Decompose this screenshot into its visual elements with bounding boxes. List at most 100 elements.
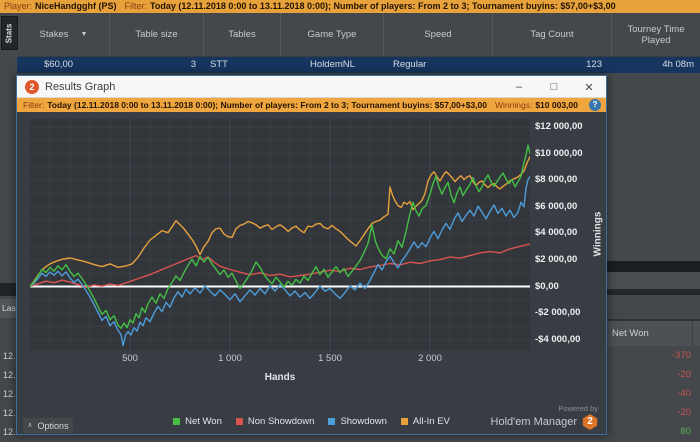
cell-game-type: HoldemNL (310, 59, 355, 70)
column-label: Net Won (612, 328, 649, 339)
legend-label: Net Won (185, 416, 222, 427)
date-row[interactable]: 12. (0, 385, 16, 404)
winnings-label: Winnings: (495, 100, 533, 110)
options-button[interactable]: ∧ Options (23, 418, 73, 433)
bg-date-rows: 12. 12. 12. 12. 12. (0, 347, 16, 442)
date-row[interactable]: 12. (0, 404, 16, 423)
chart-plot-area (29, 119, 531, 350)
y-axis-label: $6 000,00 (535, 200, 578, 212)
column-label: Table size (135, 29, 178, 40)
y-axis-label: -$2 000,00 (535, 307, 581, 319)
winnings-value: $10 003,00 (535, 100, 578, 110)
filter-label: Filter: (124, 1, 148, 11)
table-row-selected[interactable]: $60,00 3 STT HoldemNL Regular 123 4h 08m (17, 57, 700, 73)
x-axis-label: 1 500 (318, 353, 342, 364)
hm2-logo-icon: 2 (25, 80, 39, 94)
column-label: Stakes (39, 29, 69, 40)
column-header-speed[interactable]: Speed (384, 13, 493, 56)
filter-value: Today (12.11.2018 0:00 to 13.11.2018 0:0… (150, 1, 616, 11)
bg-column-header-last[interactable]: Last (0, 299, 16, 318)
y-axis-label: -$4 000,00 (535, 333, 581, 345)
column-header-tourney-time[interactable]: Tourney Time Played (612, 13, 700, 56)
x-axis-label: 500 (122, 353, 138, 364)
bg-column-header-net-won[interactable]: Net Won (605, 321, 700, 346)
net-won-value[interactable]: -370 (605, 346, 700, 365)
stats-tab-label: Stats (4, 23, 14, 44)
window-title: Results Graph (45, 81, 116, 93)
graph-filter-bar: Filter: Today (12.11.2018 0:00 to 13.11.2… (17, 98, 606, 112)
y-axis-label: $12 000,00 (535, 121, 583, 133)
legend-item[interactable]: Net Won (173, 416, 222, 427)
panel-divider (0, 283, 16, 296)
panel-divider (605, 261, 700, 272)
net-won-value[interactable]: -20 (605, 403, 700, 422)
options-label: Options (37, 420, 69, 431)
player-value: NiceHandgghf (PS) (35, 1, 117, 11)
series-line (29, 156, 531, 287)
net-won-value[interactable]: -40 (605, 384, 700, 403)
legend-swatch-icon (328, 418, 336, 425)
series-line (29, 144, 531, 330)
column-label: Tables (228, 29, 256, 40)
column-label: Tourney Time Played (627, 23, 685, 46)
cell-tourney-time: 4h 08m (662, 59, 694, 70)
column-header-game-type[interactable]: Game Type (281, 13, 384, 56)
player-filter-bar: Player: NiceHandgghf (PS) Filter: Today (12… (0, 0, 700, 13)
x-axis-label: 1 000 (218, 353, 242, 364)
player-label: Player: (4, 1, 33, 11)
chevron-up-icon: ∧ (27, 422, 33, 429)
x-axis-label: 2 000 (418, 353, 442, 364)
y-axis-label: $0,00 (535, 280, 559, 292)
panel-divider (605, 289, 700, 295)
net-won-value[interactable]: 80 (605, 422, 700, 441)
column-header-table-size[interactable]: Table size (110, 13, 204, 56)
powered-by-label: Powered by (558, 404, 598, 413)
panel-strip (605, 272, 700, 289)
net-won-value[interactable]: -20 (605, 365, 700, 384)
help-icon[interactable]: ? (589, 99, 601, 111)
y-axis-label: $10 000,00 (535, 147, 583, 159)
column-header-stakes[interactable]: Stakes ▼ (18, 13, 110, 56)
legend-item[interactable]: Non Showdown (235, 416, 315, 427)
column-label: Tag Count (530, 29, 574, 40)
table-header: Stakes ▼ Table size Tables Game Type Spe… (18, 13, 700, 57)
legend-label: Non Showdown (247, 416, 315, 427)
column-header-tag-count[interactable]: Tag Count (493, 13, 612, 56)
y-axis-title: Winnings (592, 211, 604, 257)
cell-speed: Regular (393, 59, 427, 70)
stats-tab[interactable]: Stats (1, 16, 18, 50)
column-header-tables[interactable]: Tables (204, 13, 281, 56)
legend-label: All-In EV (412, 416, 450, 427)
column-label: Game Type (307, 29, 357, 40)
filter-label: Filter: (23, 100, 45, 110)
close-button[interactable]: ✕ (582, 81, 596, 94)
legend-swatch-icon (400, 418, 408, 425)
cell-stakes: $60,00 (44, 59, 74, 70)
chevron-down-icon[interactable]: ▼ (81, 29, 88, 40)
legend-swatch-icon (173, 418, 181, 425)
cell-tag-count: 123 (586, 59, 602, 70)
maximize-button[interactable]: □ (547, 81, 561, 93)
brand-name: Hold'em Manager (490, 416, 577, 428)
column-divider (692, 321, 693, 346)
legend-item[interactable]: Showdown (328, 416, 387, 427)
minimize-button[interactable]: – (512, 81, 526, 93)
date-row[interactable]: 12. (0, 423, 16, 442)
y-axis-label: $8 000,00 (535, 174, 578, 186)
cell-tables: STT (210, 59, 228, 70)
date-row[interactable]: 12. (0, 347, 16, 366)
powered-by-block: Powered by Hold'em Manager 2 (491, 404, 598, 430)
results-chart (29, 119, 531, 350)
bg-net-won-rows: -370 -20 -40 -20 80 (605, 346, 700, 441)
cell-table-size: 3 (190, 59, 196, 70)
filter-value: Today (12.11.2018 0:00 to 13.11.2018 0:0… (47, 100, 487, 110)
results-graph-window: 2 Results Graph – □ ✕ Filter: Today (12.1… (16, 75, 607, 435)
legend-swatch-icon (235, 418, 243, 425)
date-row[interactable]: 12. (0, 366, 16, 385)
x-axis-title: Hands (264, 372, 296, 383)
window-title-bar[interactable]: 2 Results Graph – □ ✕ (17, 76, 606, 98)
column-label: Speed (424, 29, 452, 40)
legend-item[interactable]: All-In EV (400, 416, 450, 427)
legend-label: Showdown (340, 416, 387, 427)
hm2-badge-icon: 2 (582, 414, 598, 430)
